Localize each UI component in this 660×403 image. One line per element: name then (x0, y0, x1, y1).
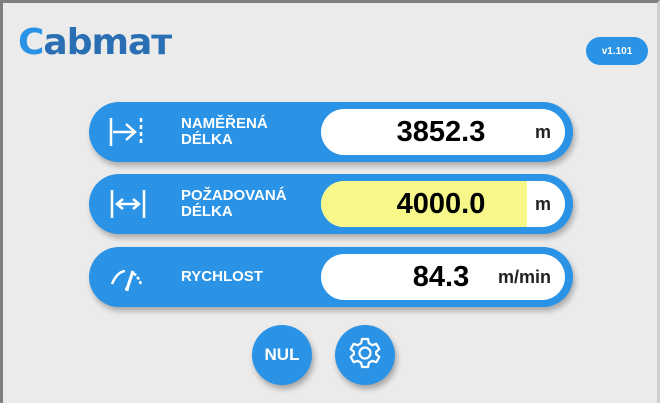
target-length-value[interactable]: 4000.0 (365, 181, 517, 227)
speed-value: 84.3 (412, 260, 470, 293)
label-line1: RYCHLOST (181, 268, 263, 285)
target-length-unit: m (534, 193, 551, 214)
label-line1: POŽADOVANÁ (181, 187, 287, 204)
measured-length-row: NAMĚŘENÁ DÉLKA 3852.3 m (89, 102, 573, 162)
speed-label: RYCHLOST (181, 247, 263, 307)
target-length-field[interactable]: 4000.0 m (321, 181, 565, 227)
speed-unit: m/min (497, 266, 551, 287)
target-length-row[interactable]: POŽADOVANÁ DÉLKA 4000.0 m (89, 174, 573, 234)
speed-field: 84.3 m/min (321, 254, 565, 300)
label-line2: DÉLKA (181, 203, 233, 220)
reset-button[interactable]: NUL (252, 325, 312, 385)
target-length-icon (107, 186, 149, 222)
settings-button[interactable] (335, 325, 395, 385)
measured-length-label: NAMĚŘENÁ DÉLKA (181, 102, 268, 162)
app-frame: Cabmaт v1.101 NAMĚŘENÁ DÉLKA 3852.3 m PO… (0, 0, 660, 403)
target-length-label: POŽADOVANÁ DÉLKA (181, 174, 287, 234)
measured-length-icon (107, 114, 149, 150)
cabmat-logo: Cabmaт (18, 22, 172, 63)
speedometer-icon (107, 259, 149, 295)
gear-icon (347, 335, 383, 376)
label-line2: DÉLKA (181, 131, 233, 148)
version-badge: v1.101 (586, 37, 648, 65)
measured-length-value: 3852.3 (396, 115, 486, 148)
speed-row: RYCHLOST 84.3 m/min (89, 247, 573, 307)
measured-length-unit: m (534, 121, 551, 142)
measured-length-field: 3852.3 m (321, 109, 565, 155)
label-line1: NAMĚŘENÁ (181, 115, 268, 132)
